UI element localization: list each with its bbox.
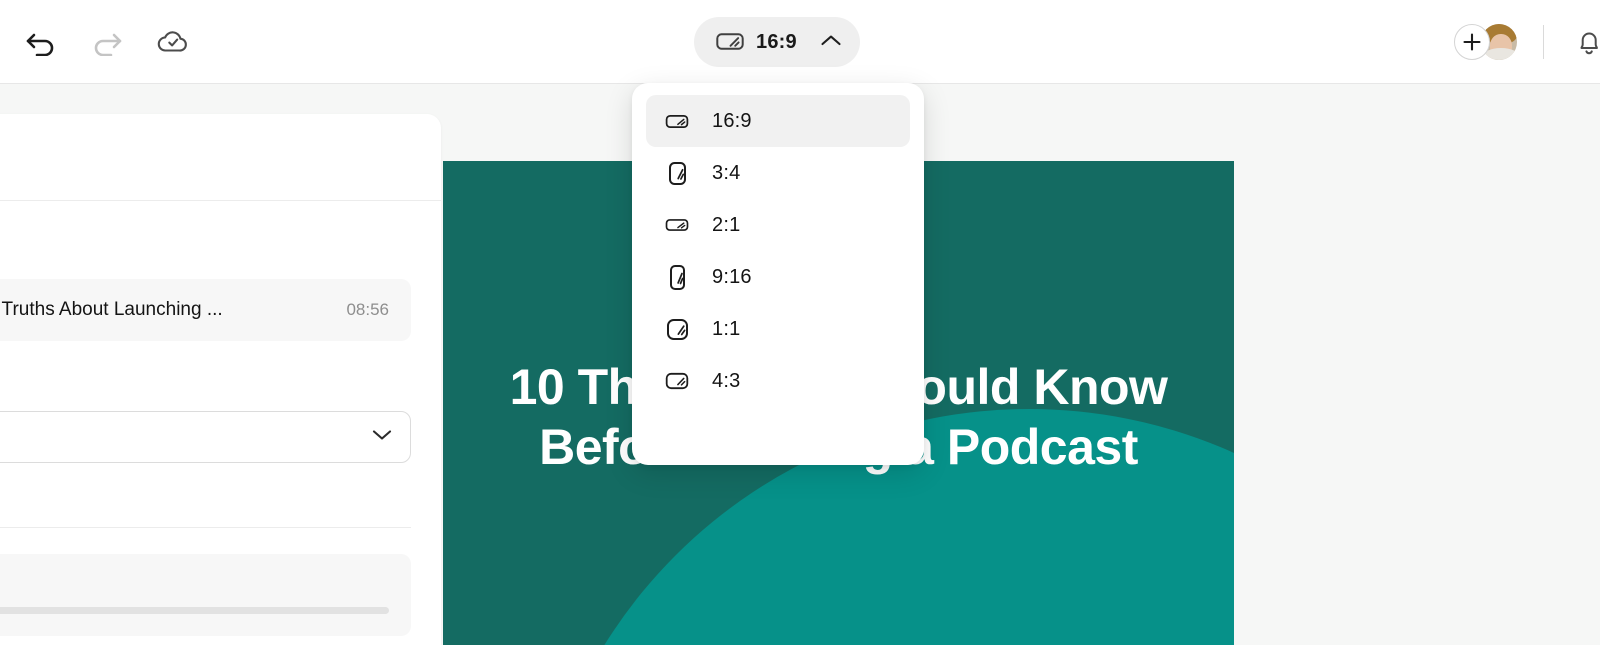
aspect-3-4-icon: [664, 160, 690, 187]
aspect-option-16-9[interactable]: 16:9: [646, 95, 910, 147]
transcribe-file-row[interactable]: 10 Hidden Truths About Launching ... 08:…: [0, 279, 411, 341]
aspect-ratio-pill-button[interactable]: 16:9: [694, 17, 860, 67]
sidebar-divider-2: [0, 527, 411, 528]
aspect-option-9-16[interactable]: 9:16: [646, 251, 910, 303]
aspect-option-label: 1:1: [712, 317, 741, 340]
chevron-down-icon: [372, 428, 392, 446]
aspect-option-1-1[interactable]: 1:1: [646, 303, 910, 355]
usage-card: rs / 25hrs: [0, 554, 411, 636]
spoken-language-select[interactable]: h: [0, 411, 411, 463]
app-root: 10 Things You Should Know Before Startin…: [0, 0, 1600, 645]
chevron-up-icon: [820, 34, 842, 50]
aspect-option-4-3[interactable]: 4:3: [646, 355, 910, 407]
sidebar-title: es: [0, 114, 441, 174]
aspect-option-3-4[interactable]: 3:4: [646, 147, 910, 199]
aspect-ratio-selected-label: 16:9: [756, 30, 797, 53]
avatar-shirt: [1483, 48, 1517, 60]
aspect-9-16-icon: [664, 263, 690, 292]
toolbar-left-group: [18, 0, 196, 84]
aspect-1-1-icon: [664, 317, 690, 342]
toolbar-divider: [1543, 25, 1544, 59]
aspect-option-label: 3:4: [712, 161, 741, 184]
toolbar-right-group: [1454, 0, 1600, 84]
spoken-language-label: oken language: [0, 375, 411, 397]
usage-text: rs / 25hrs: [0, 572, 389, 593]
aspect-option-label: 2:1: [712, 213, 741, 236]
mode-label: de: [0, 491, 411, 513]
notification-bell-icon[interactable]: [1566, 19, 1600, 65]
aspect-ratio-dropdown-menu: 16:9 3:4 2:1 9:16 1:1 4:3: [632, 83, 924, 465]
aspect-2-1-icon: [664, 216, 690, 234]
aspect-16-9-icon: [664, 112, 690, 131]
aspect-option-label: 9:16: [712, 265, 752, 288]
aspect-16-9-icon: [716, 32, 744, 53]
aspect-4-3-icon: [664, 370, 690, 392]
spoken-language-value: h: [0, 426, 372, 448]
redo-button[interactable]: [84, 19, 130, 65]
transcribe-file-duration: 08:56: [346, 300, 389, 319]
usage-progress-bar: [0, 607, 389, 614]
files-to-transcribe-label: es to transcribe: [0, 233, 411, 255]
transcribe-sidebar-panel: es es to transcribe 10 Hidden Truths Abo…: [0, 114, 441, 645]
add-collaborator-button[interactable]: [1454, 24, 1490, 60]
cloud-saved-icon[interactable]: [150, 19, 196, 65]
undo-button[interactable]: [18, 19, 64, 65]
aspect-option-label: 4:3: [712, 369, 741, 392]
aspect-option-2-1[interactable]: 2:1: [646, 199, 910, 251]
aspect-option-label: 16:9: [712, 109, 752, 132]
transcribe-file-name: 10 Hidden Truths About Launching ...: [0, 299, 223, 320]
